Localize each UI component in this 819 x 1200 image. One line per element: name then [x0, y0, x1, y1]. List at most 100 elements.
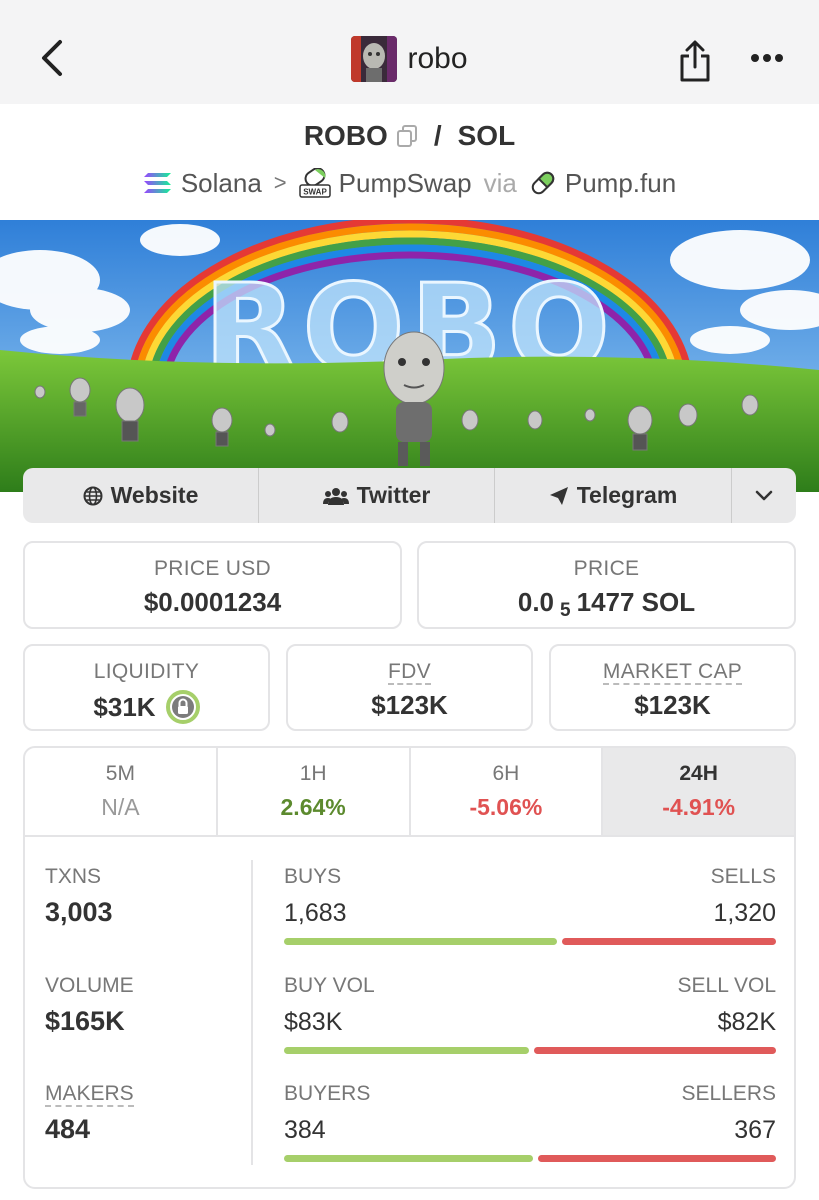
chain-link[interactable]: Solana	[181, 168, 262, 199]
dex-badge-text: SWAP	[303, 188, 327, 197]
tab-1h[interactable]: 1H 2.64%	[218, 748, 411, 835]
tab-label: 5M	[105, 762, 135, 785]
price-native-zeros-count: 5	[560, 599, 571, 621]
top-navigation-bar: robo	[0, 0, 819, 104]
lock-icon	[165, 690, 200, 724]
fdv-label[interactable]: FDV	[388, 660, 431, 685]
buyers-label: BUYERS	[284, 1082, 371, 1105]
sell-vol-label: SELL VOL	[677, 974, 776, 997]
fdv-card: FDV $123K	[286, 644, 533, 731]
more-links-dropdown[interactable]	[732, 468, 796, 523]
telegram-link[interactable]: Telegram	[495, 468, 732, 523]
buy-sell-volume-stat: BUY VOL SELL VOL $83K $82K	[284, 974, 776, 1054]
price-native-value: 0.0 5 1477 SOL	[419, 587, 794, 621]
tab-6h[interactable]: 6H -5.06%	[411, 748, 604, 835]
copy-icon	[396, 125, 417, 147]
sellers-label: SELLERS	[681, 1082, 776, 1105]
buy-bar-segment	[284, 1047, 529, 1054]
sell-bar-segment	[561, 938, 776, 945]
volume-label: VOLUME	[45, 974, 134, 997]
more-horizontal-icon	[751, 54, 783, 62]
buys-label: BUYS	[284, 865, 342, 888]
telegram-icon	[549, 486, 568, 505]
twitter-link[interactable]: Twitter	[259, 468, 495, 523]
price-native-card: PRICE 0.0 5 1477 SOL	[417, 541, 796, 629]
makers-value: 484	[45, 1114, 91, 1144]
volume-ratio-bar	[284, 1047, 776, 1054]
copy-address-button[interactable]	[396, 124, 418, 148]
price-usd-value: $0.0001234	[143, 587, 282, 617]
txns-value: 3,003	[45, 897, 113, 927]
price-native-label: PRICE	[573, 557, 640, 580]
tab-change-value: N/A	[101, 794, 140, 820]
tab-24h[interactable]: 24H -4.91%	[603, 748, 794, 835]
share-icon	[680, 40, 710, 82]
liquidity-card: LIQUIDITY $31K	[23, 644, 270, 731]
makers-label[interactable]: MAKERS	[45, 1082, 134, 1107]
quote-token-symbol: SOL	[457, 120, 516, 151]
header-title: robo	[407, 42, 468, 75]
buy-bar-segment	[284, 938, 557, 945]
website-label: Website	[110, 482, 199, 508]
price-native-suffix: 1477 SOL	[576, 587, 696, 617]
sellers-value: 367	[734, 1116, 776, 1144]
solana-logo-icon	[143, 173, 171, 193]
pair-title: ROBO / SOL	[0, 120, 819, 152]
sell-vol-value: $82K	[717, 1008, 776, 1036]
buyers-value: 384	[284, 1116, 326, 1144]
telegram-label: Telegram	[576, 482, 678, 508]
buyers-sellers-stat: BUYERS SELLERS 384 367	[284, 1082, 776, 1162]
buys-value: 1,683	[284, 899, 347, 927]
liquidity-locked-badge[interactable]	[165, 690, 200, 724]
stats-panel: 5M N/A 1H 2.64% 6H -5.06% 24H -4.91% TXN…	[23, 746, 796, 1189]
tab-label: 1H	[299, 762, 327, 785]
stats-divider	[251, 860, 253, 1165]
txns-stat: TXNS 3,003	[45, 865, 113, 928]
buy-vol-label: BUY VOL	[284, 974, 375, 997]
tab-change-value: -5.06%	[469, 794, 543, 820]
tab-change-value: 2.64%	[280, 794, 346, 820]
more-options-button[interactable]	[740, 40, 794, 76]
social-links-bar: Website Twitter Telegram	[23, 468, 796, 523]
buyers-ratio-bar	[284, 1155, 776, 1162]
makers-stat: MAKERS 484	[45, 1082, 134, 1145]
tab-5m[interactable]: 5M N/A	[25, 748, 218, 835]
chevron-down-icon	[755, 490, 773, 500]
launchpad-link[interactable]: Pump.fun	[565, 168, 676, 199]
twitter-label: Twitter	[356, 482, 431, 508]
chevron-right-icon: >	[273, 170, 287, 195]
tab-label: 24H	[679, 762, 718, 785]
sells-label: SELLS	[710, 865, 776, 888]
market-cap-label[interactable]: MARKET CAP	[602, 660, 743, 685]
market-cap-value: $123K	[634, 690, 711, 720]
website-link[interactable]: Website	[23, 468, 259, 523]
buy-vol-value: $83K	[284, 1008, 343, 1036]
volume-stat: VOLUME $165K	[45, 974, 134, 1037]
buys-sells-stat: BUYS SELLS 1,683 1,320	[284, 865, 776, 945]
txns-label: TXNS	[45, 865, 102, 888]
pumpfun-pill-icon	[531, 171, 555, 195]
sell-bar-segment	[533, 1047, 776, 1054]
tab-change-value: -4.91%	[662, 794, 736, 820]
liquidity-label: LIQUIDITY	[93, 660, 200, 683]
price-usd-card: PRICE USD $0.0001234	[23, 541, 402, 629]
breadcrumb: Solana > SWAP PumpSwap via Pump.fun	[0, 166, 819, 200]
buys-sells-ratio-bar	[284, 938, 776, 945]
globe-icon	[83, 486, 103, 505]
tab-label: 6H	[492, 762, 520, 785]
timeframe-tabs: 5M N/A 1H 2.64% 6H -5.06% 24H -4.91%	[25, 748, 794, 837]
dex-link[interactable]: PumpSwap	[339, 168, 472, 199]
via-text: via	[483, 167, 517, 198]
share-button[interactable]	[670, 36, 720, 86]
pair-separator: /	[433, 120, 442, 151]
price-usd-label: PRICE USD	[153, 557, 272, 580]
price-native-prefix: 0.0	[517, 587, 555, 617]
volume-value: $165K	[45, 1006, 125, 1036]
token-avatar	[351, 36, 398, 82]
users-icon	[322, 487, 349, 505]
buy-bar-segment	[284, 1155, 533, 1162]
sells-value: 1,320	[713, 899, 776, 927]
fdv-value: $123K	[371, 690, 448, 720]
base-token-symbol: ROBO	[303, 120, 388, 151]
token-banner-image: ROBO	[0, 220, 819, 492]
